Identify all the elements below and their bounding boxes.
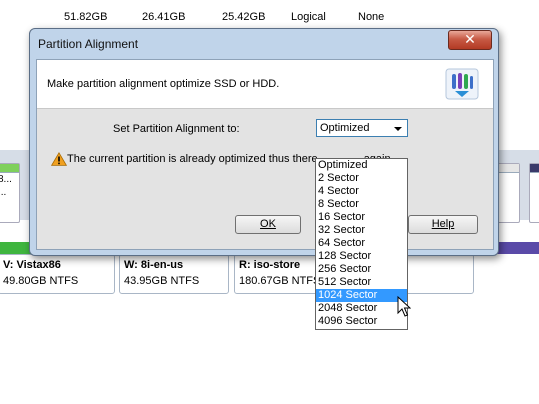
dropdown-option[interactable]: 1024 Sector: [316, 289, 407, 302]
dropdown-option[interactable]: 2048 Sector: [316, 302, 407, 315]
ok-button-label: OK: [260, 218, 276, 230]
app-icon: [445, 68, 479, 100]
alignment-select-value: Optimized: [320, 122, 370, 134]
disk-tile-left-sub: ...: [0, 187, 7, 198]
partition-name: R: iso-store: [239, 259, 301, 271]
chevron-down-icon[interactable]: [394, 127, 402, 131]
alignment-dropdown-list[interactable]: Optimized 2 Sector 4 Sector 8 Sector 16 Sect…: [315, 158, 408, 330]
disk-tile-left[interactable]: 8... ...: [0, 163, 20, 223]
partition-name: W: 8i-en-us: [124, 259, 184, 271]
dropdown-option[interactable]: 32 Sector: [316, 224, 407, 237]
warning-message-head: The current partition is already optimiz…: [67, 153, 318, 165]
disk-tile-left-label: 8...: [0, 174, 12, 185]
dropdown-option[interactable]: 4096 Sector: [316, 315, 407, 328]
close-icon: ✕: [464, 31, 476, 47]
partition-size: 49.80GB NTFS: [3, 275, 79, 287]
partition-tile-vistax86[interactable]: V: Vistax86 49.80GB NTFS: [0, 254, 115, 294]
help-button-label: Help: [431, 218, 455, 230]
dropdown-option[interactable]: 2 Sector: [316, 172, 407, 185]
table-cell-status: None: [358, 11, 385, 23]
ok-button[interactable]: OK: [235, 215, 301, 234]
dropdown-option[interactable]: 256 Sector: [316, 263, 407, 276]
dropdown-option[interactable]: 64 Sector: [316, 237, 407, 250]
table-cell-used: 26.41GB: [142, 11, 186, 23]
table-cell-type: Logical: [291, 11, 326, 23]
dropdown-option[interactable]: 512 Sector: [316, 276, 407, 289]
close-button[interactable]: ✕: [448, 30, 492, 50]
partition-name: V: Vistax86: [3, 259, 61, 271]
dropdown-option[interactable]: Optimized: [316, 159, 407, 172]
dropdown-option[interactable]: 128 Sector: [316, 250, 407, 263]
table-cell-capacity: 51.82GB: [64, 11, 108, 23]
partition-size: 43.95GB NTFS: [124, 275, 200, 287]
dropdown-option[interactable]: 4 Sector: [316, 185, 407, 198]
dialog-header-text: Make partition alignment optimize SSD or…: [47, 78, 280, 90]
disk-tile-right-1[interactable]: [496, 163, 520, 223]
partition-tile-8i-en-us[interactable]: W: 8i-en-us 43.95GB NTFS: [119, 254, 229, 294]
dropdown-option[interactable]: 8 Sector: [316, 198, 407, 211]
cursor-icon: [397, 296, 411, 317]
alignment-label: Set Partition Alignment to:: [113, 123, 240, 135]
alignment-select[interactable]: Optimized: [316, 119, 408, 137]
disk-tile-right-2[interactable]: [529, 163, 539, 223]
table-cell-unused: 25.42GB: [222, 11, 266, 23]
partition-table-row[interactable]: 51.82GB 26.41GB 25.42GB Logical None: [0, 8, 539, 26]
warning-icon: [51, 152, 67, 166]
partition-alignment-dialog: Partition Alignment ✕ Make partition ali…: [29, 28, 499, 256]
partition-size: 180.67GB NTFS: [239, 275, 321, 287]
dialog-title: Partition Alignment: [38, 37, 139, 51]
help-button[interactable]: Help: [408, 215, 478, 234]
dialog-header: Make partition alignment optimize SSD or…: [37, 60, 493, 109]
dropdown-option[interactable]: 16 Sector: [316, 211, 407, 224]
